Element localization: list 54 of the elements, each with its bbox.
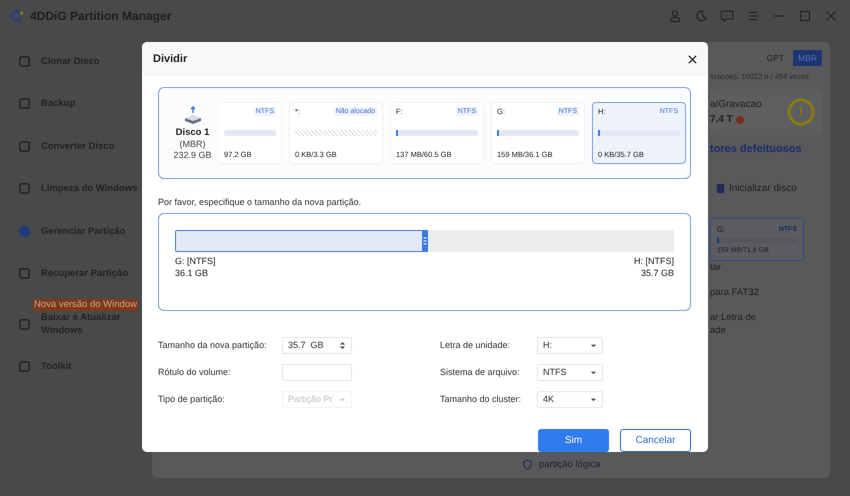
field-label: Rótulo do volume: bbox=[158, 367, 232, 377]
account-icon[interactable] bbox=[668, 9, 682, 23]
feedback-icon[interactable] bbox=[720, 9, 734, 23]
cancel-button[interactable]: Cancelar bbox=[620, 429, 691, 452]
menu-item-icon bbox=[18, 182, 31, 196]
menu-item-icon bbox=[18, 97, 31, 110]
warning-icon bbox=[736, 116, 744, 124]
dropdown[interactable]: NTFS bbox=[537, 364, 603, 380]
moon-icon[interactable] bbox=[694, 9, 708, 23]
partition-label: G: [NTFS] bbox=[175, 256, 216, 266]
dropdown[interactable]: 4K bbox=[537, 390, 603, 408]
field-label: Letra de unidade: bbox=[440, 340, 512, 350]
size-slider[interactable] bbox=[175, 230, 674, 252]
maximize-icon[interactable] bbox=[798, 9, 812, 23]
disk-name: Disco 1 bbox=[176, 127, 210, 138]
health-gauge-icon bbox=[786, 97, 816, 127]
field-label: Sistema de arquivo: bbox=[440, 367, 521, 377]
dropdown[interactable]: H: bbox=[537, 336, 603, 354]
action-label[interactable]: ar Letra de ade bbox=[710, 311, 822, 337]
size-spinner[interactable]: 35.7 GB bbox=[282, 336, 352, 354]
confirm-button[interactable]: Sim bbox=[538, 429, 609, 452]
action-label[interactable]: partição lógica bbox=[539, 459, 600, 470]
field-label: Tamanho do cluster: bbox=[440, 394, 522, 404]
shield-icon bbox=[522, 459, 533, 470]
input-field[interactable] bbox=[282, 364, 352, 380]
menu-item-icon bbox=[18, 140, 31, 153]
read-write-value: 7.4 T bbox=[710, 114, 733, 125]
partition-label: H: [NTFS] bbox=[634, 256, 674, 266]
disk-size: 232.9 GB bbox=[173, 150, 212, 160]
action-label[interactable]: tar bbox=[710, 261, 822, 274]
field-label: Tipo de partição: bbox=[158, 394, 226, 404]
initialize-disk-label[interactable]: Inicializar disco bbox=[729, 183, 797, 194]
menu-item-icon bbox=[18, 360, 31, 374]
new-version-badge: Nova versão do Window bbox=[33, 299, 138, 311]
partition-style-tab[interactable]: MBR bbox=[793, 50, 822, 66]
menu-item-icon bbox=[18, 54, 31, 68]
partition-size: 36.1 GB bbox=[175, 268, 210, 278]
menu-item-icon bbox=[18, 267, 31, 280]
bad-sectors-link[interactable]: tores defeituosos bbox=[710, 143, 822, 155]
close-icon[interactable] bbox=[687, 54, 698, 64]
action-label[interactable]: para FAT32 bbox=[710, 286, 822, 299]
spinner-arrows-icon[interactable] bbox=[339, 340, 346, 350]
menu-item-icon bbox=[18, 318, 31, 331]
partition-style-tab[interactable]: GPT bbox=[762, 50, 790, 66]
menu-item-icon bbox=[18, 224, 31, 238]
app-logo-icon bbox=[10, 9, 24, 23]
drive-letter: G: bbox=[717, 225, 726, 234]
disk-style: (MBR) bbox=[180, 139, 206, 149]
instruction-text: Por favor, especifique o tamanho da nova partição. bbox=[158, 197, 362, 207]
menu-icon[interactable] bbox=[746, 9, 760, 23]
read-write-label: a/Gravacao bbox=[710, 99, 762, 110]
field-label: Tamanho da nova partição: bbox=[158, 340, 268, 350]
dialog-title: Dividir bbox=[153, 53, 188, 65]
partition-size: 35.7 GB bbox=[640, 268, 674, 278]
